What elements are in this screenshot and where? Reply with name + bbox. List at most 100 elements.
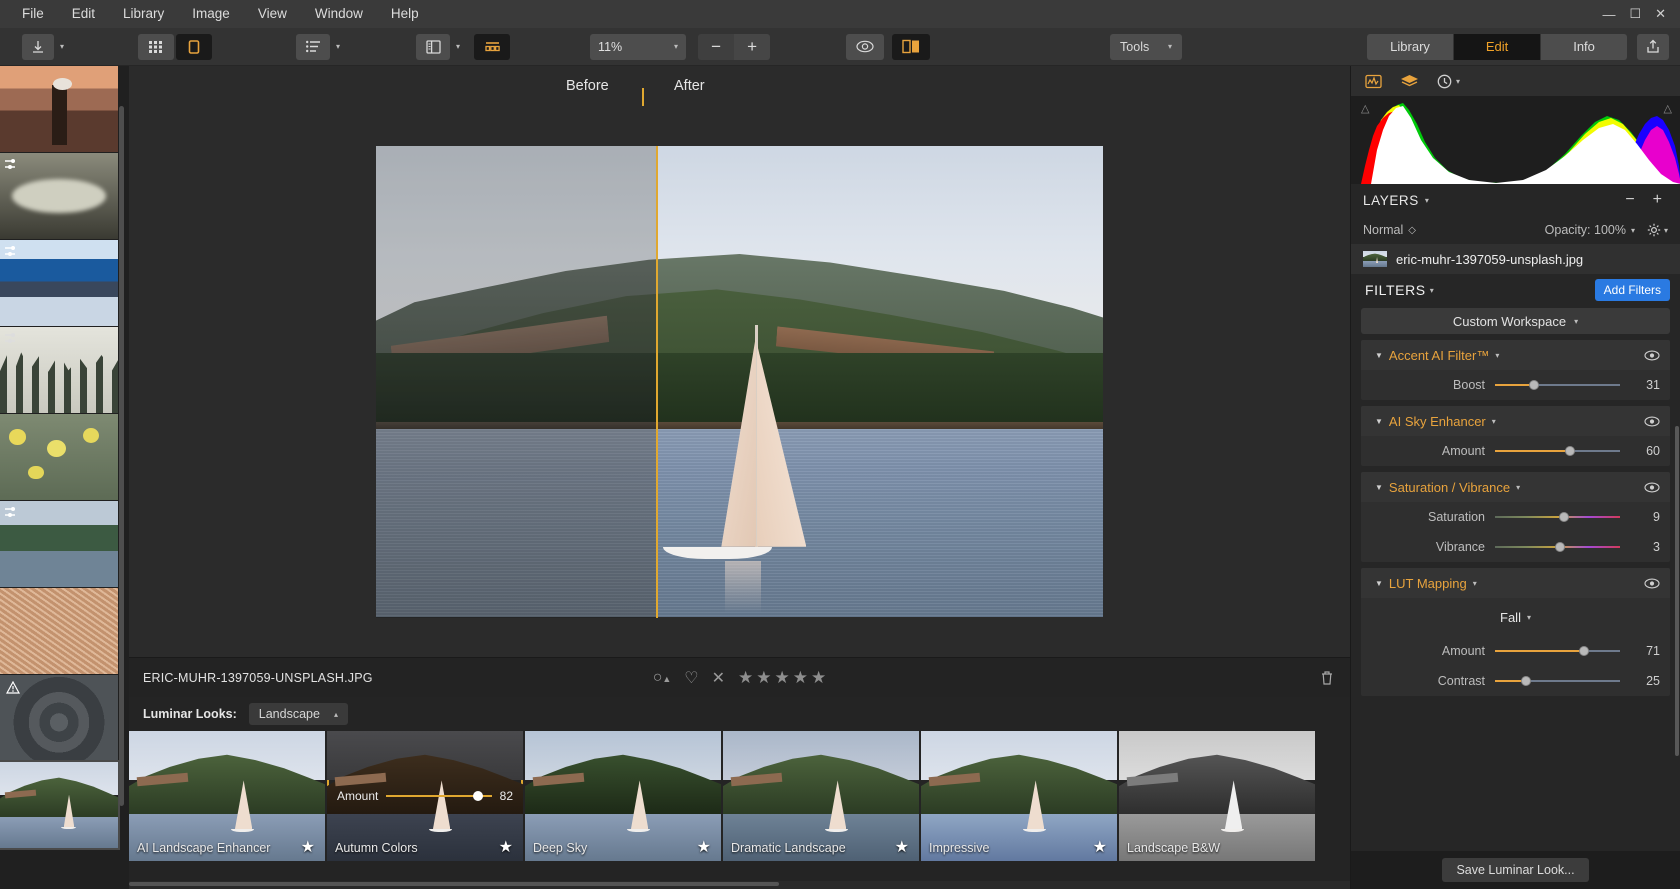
look-item-3[interactable]: Dramatic Landscape ★ — [723, 731, 919, 861]
export-button[interactable] — [22, 34, 54, 60]
save-luminar-look-button[interactable]: Save Luminar Look... — [1442, 858, 1588, 882]
look-amount-knob[interactable] — [473, 791, 483, 801]
sort-dropdown-caret[interactable]: ▾ — [332, 34, 344, 60]
look-star-icon-3[interactable]: ★ — [895, 837, 909, 857]
filter-header-saturation-vibrance[interactable]: ▼ Saturation / Vibrance ▾ — [1361, 472, 1670, 502]
slider-row-sky-amount[interactable]: Amount 60 — [1361, 436, 1670, 466]
eye-icon[interactable] — [1644, 416, 1660, 427]
gear-icon[interactable] — [1647, 223, 1661, 237]
filters-scroll-area[interactable]: Custom Workspace ▾ ▼ Accent AI Filter™ ▾ — [1351, 306, 1680, 851]
clip-warning-right-icon[interactable]: △ — [1664, 102, 1672, 115]
triangle-collapse-icon[interactable]: ▼ — [1375, 579, 1383, 588]
look-item-0[interactable]: AI Landscape Enhancer ★ — [129, 731, 325, 861]
chevron-down-icon[interactable]: ▾ — [1430, 286, 1434, 295]
heart-icon[interactable]: ♡ — [684, 668, 698, 688]
eye-icon[interactable] — [1644, 482, 1660, 493]
filmstrip-toggle-button[interactable] — [474, 34, 510, 60]
look-item-2[interactable]: Deep Sky ★ — [525, 731, 721, 861]
slider-row-saturation[interactable]: Saturation 9 — [1361, 502, 1670, 532]
slider-knob-sky-amount[interactable] — [1565, 446, 1575, 456]
panel-dropdown-caret[interactable]: ▾ — [452, 34, 464, 60]
zoom-in-button[interactable]: + — [734, 34, 770, 60]
star-3-icon[interactable]: ★ — [775, 668, 790, 688]
workspace-select[interactable]: Custom Workspace ▾ — [1361, 308, 1670, 334]
chevron-down-icon[interactable]: ▾ — [1664, 226, 1668, 235]
filmstrip-item-7[interactable] — [0, 675, 118, 761]
filter-header-lut-mapping[interactable]: ▼ LUT Mapping ▾ — [1361, 568, 1670, 598]
chevron-down-icon[interactable]: ▾ — [1516, 483, 1520, 492]
zoom-out-button[interactable]: − — [698, 34, 734, 60]
filmstrip-item-3[interactable] — [0, 327, 118, 413]
slider-track-vibrance[interactable] — [1495, 546, 1620, 548]
filmstrip-item-6[interactable] — [0, 588, 118, 674]
slider-track-lut-amount[interactable] — [1495, 650, 1620, 652]
slider-knob-boost[interactable] — [1529, 380, 1539, 390]
slider-knob-vibrance[interactable] — [1555, 542, 1565, 552]
histogram-icon[interactable] — [1365, 74, 1382, 89]
filmstrip-panel[interactable] — [0, 66, 129, 889]
export-dropdown-caret[interactable]: ▾ — [56, 34, 68, 60]
slider-row-boost[interactable]: Boost 31 — [1361, 370, 1670, 400]
slider-track-lut-contrast[interactable] — [1495, 680, 1620, 682]
single-image-view-button[interactable] — [176, 34, 212, 60]
menu-item-window[interactable]: Window — [301, 0, 377, 28]
slider-track-saturation[interactable] — [1495, 516, 1620, 518]
triangle-collapse-icon[interactable]: ▼ — [1375, 483, 1383, 492]
before-after-compare-button[interactable] — [892, 34, 930, 60]
eye-icon[interactable] — [1644, 578, 1660, 589]
plus-icon[interactable]: + — [1647, 191, 1668, 209]
menu-item-image[interactable]: Image — [178, 0, 244, 28]
look-amount-track[interactable] — [386, 795, 491, 797]
color-label-icon[interactable]: ○▲ — [653, 669, 672, 687]
look-item-1-selected[interactable]: Amount 82 Autumn Colors ★ — [327, 731, 523, 861]
minus-icon[interactable]: − — [1619, 191, 1640, 209]
histogram-panel[interactable]: △ △ — [1351, 96, 1680, 184]
slider-row-lut-amount[interactable]: Amount 71 — [1361, 636, 1670, 666]
minimize-icon[interactable]: — — [1602, 7, 1615, 22]
add-filters-button[interactable]: Add Filters — [1595, 279, 1670, 301]
menu-item-edit[interactable]: Edit — [58, 0, 109, 28]
mode-library-button[interactable]: Library — [1367, 34, 1453, 60]
look-star-icon-2[interactable]: ★ — [697, 837, 711, 857]
layers-stack-icon[interactable] — [1400, 74, 1419, 89]
mode-edit-button[interactable]: Edit — [1454, 34, 1540, 60]
filmstrip-item-8-selected[interactable] — [0, 762, 118, 848]
zoom-level-select[interactable]: 11% ▾ — [590, 34, 686, 60]
chevron-down-icon[interactable]: ▾ — [1473, 579, 1477, 588]
trash-icon[interactable] — [1320, 670, 1334, 686]
sort-list-button[interactable] — [296, 34, 330, 60]
lut-preset-select[interactable]: Fall ▾ — [1361, 598, 1670, 636]
triangle-collapse-icon[interactable]: ▼ — [1375, 351, 1383, 360]
looks-list[interactable]: AI Landscape Enhancer ★ Amount — [129, 731, 1350, 881]
updown-arrows-icon[interactable]: ◇ — [1408, 225, 1416, 236]
share-button[interactable] — [1637, 34, 1669, 60]
look-item-5[interactable]: Landscape B&W — [1119, 731, 1315, 861]
star-rating[interactable]: ★ ★ ★ ★ ★ — [738, 668, 826, 688]
look-item-4[interactable]: Impressive ★ — [921, 731, 1117, 861]
mode-info-button[interactable]: Info — [1541, 34, 1627, 60]
look-star-icon-1[interactable]: ★ — [499, 837, 513, 857]
slider-knob-lut-contrast[interactable] — [1521, 676, 1531, 686]
filmstrip-item-4[interactable] — [0, 414, 118, 500]
slider-track-boost[interactable] — [1495, 384, 1620, 386]
menu-item-view[interactable]: View — [244, 0, 301, 28]
filmstrip-item-5[interactable] — [0, 501, 118, 587]
eye-icon[interactable] — [1644, 350, 1660, 361]
star-4-icon[interactable]: ★ — [793, 668, 808, 688]
filmstrip-item-2[interactable] — [0, 240, 118, 326]
slider-track-sky-amount[interactable] — [1495, 450, 1620, 452]
filmstrip-item-0[interactable] — [0, 66, 118, 152]
reject-x-icon[interactable]: ✕ — [712, 668, 725, 688]
layer-row[interactable]: eric-muhr-1397059-unsplash.jpg — [1351, 244, 1680, 274]
maximize-icon[interactable]: ☐ — [1629, 6, 1641, 22]
looks-category-select[interactable]: Landscape ▴ — [249, 703, 348, 725]
slider-knob-lut-amount[interactable] — [1579, 646, 1589, 656]
filmstrip-item-1[interactable] — [0, 153, 118, 239]
chevron-down-icon[interactable]: ▾ — [1492, 417, 1496, 426]
star-1-icon[interactable]: ★ — [738, 668, 753, 688]
menu-item-file[interactable]: File — [8, 0, 58, 28]
opacity-value[interactable]: Opacity: 100% — [1545, 223, 1626, 237]
look-star-icon-0[interactable]: ★ — [301, 837, 315, 857]
star-2-icon[interactable]: ★ — [756, 668, 771, 688]
looks-scrollbar[interactable] — [129, 881, 1350, 889]
